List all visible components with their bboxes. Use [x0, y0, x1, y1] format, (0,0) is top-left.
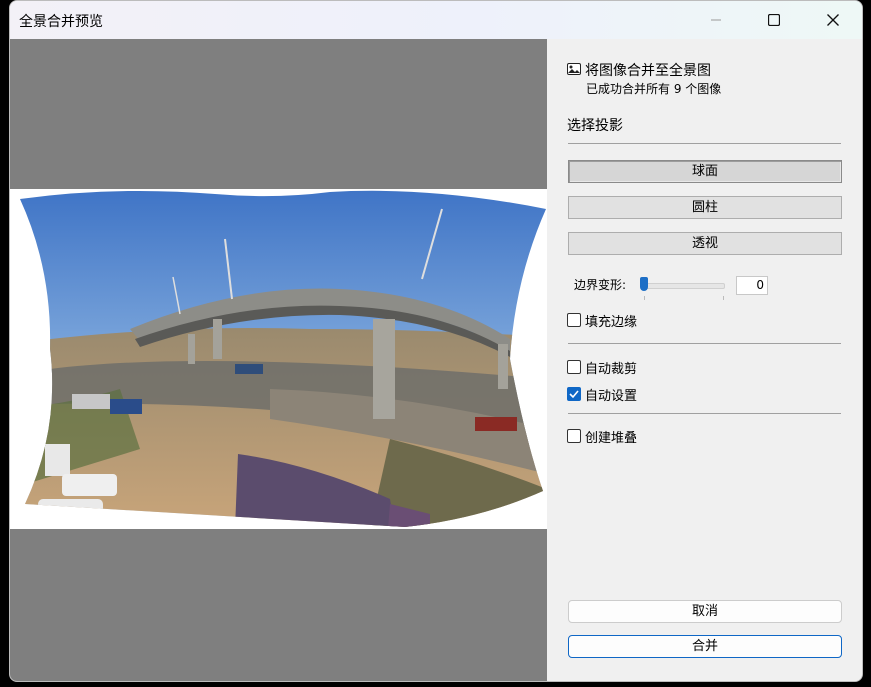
title-bar[interactable]: 全景合并预览 — [10, 1, 862, 39]
merge-heading: 将图像合并至全景图 — [585, 63, 711, 79]
boundary-warp-track[interactable] — [644, 283, 725, 289]
panorama-preview-image — [10, 189, 547, 529]
merge-status-text: 已成功合并所有 9 个图像 — [586, 82, 722, 96]
slider-tick — [644, 296, 645, 300]
maximize-icon — [768, 14, 780, 26]
checkmark-icon — [569, 390, 579, 399]
auto-crop-label[interactable]: 自动裁剪 — [585, 358, 637, 377]
projection-cylindrical-button[interactable]: 圆柱 — [568, 196, 842, 219]
auto-settings-checkbox[interactable] — [567, 387, 581, 401]
minimize-icon — [711, 19, 721, 21]
fill-edges-label[interactable]: 填充边缘 — [585, 311, 637, 330]
close-button[interactable] — [807, 1, 859, 39]
projection-spherical-button[interactable]: 球面 — [568, 160, 842, 183]
projection-label: 选择投影 — [567, 118, 623, 134]
boundary-warp-slider-thumb[interactable] — [640, 277, 648, 291]
slider-tick — [723, 296, 724, 300]
boundary-warp-label: 边界变形: — [574, 278, 627, 292]
fill-edges-checkbox[interactable] — [567, 313, 581, 327]
maximize-button[interactable] — [748, 1, 800, 39]
merge-button[interactable]: 合并 — [568, 635, 842, 658]
create-stack-label[interactable]: 创建堆叠 — [585, 427, 637, 446]
divider — [568, 143, 841, 144]
auto-settings-label[interactable]: 自动设置 — [585, 385, 637, 404]
minimize-button[interactable] — [690, 1, 742, 39]
projection-perspective-button[interactable]: 透视 — [568, 232, 842, 255]
settings-panel: 将图像合并至全景图 已成功合并所有 9 个图像 选择投影 球面 圆柱 透视 边界… — [547, 39, 862, 681]
panorama-image-icon — [567, 63, 581, 75]
panorama-merge-dialog: 全景合并预览 将图像合并至全景图 已成功合并所有 9 个图像 选择投影 球面 圆… — [9, 0, 863, 682]
boundary-warp-value-input[interactable]: 0 — [736, 276, 768, 295]
create-stack-checkbox[interactable] — [567, 429, 581, 443]
divider — [568, 413, 841, 414]
auto-crop-checkbox[interactable] — [567, 360, 581, 374]
cancel-button[interactable]: 取消 — [568, 600, 842, 623]
preview-area — [10, 39, 547, 681]
close-icon — [827, 14, 839, 26]
divider — [568, 343, 841, 344]
window-title: 全景合并预览 — [19, 14, 103, 30]
